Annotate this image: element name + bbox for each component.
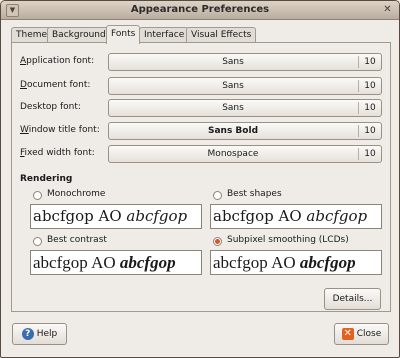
fixed-width-font-label-text: ixed width font: bbox=[24, 148, 95, 158]
monochrome-radio[interactable] bbox=[33, 191, 42, 200]
title-bar[interactable]: ▼ Appearance Preferences ✕ bbox=[1, 1, 399, 20]
best-shapes-label[interactable]: Best shapes bbox=[227, 189, 282, 199]
tab-visual-effects-label: Visual Effects bbox=[191, 30, 252, 40]
best-shapes-sample[interactable]: abcfgop AO abcfgop bbox=[210, 204, 382, 229]
fixed-width-font-size: 10 bbox=[364, 149, 376, 159]
sample-italic: abcfgop bbox=[126, 207, 188, 225]
window-title-font-button[interactable]: Sans Bold 10 bbox=[108, 122, 382, 140]
tab-fonts-label: Fonts bbox=[111, 29, 136, 39]
application-font-label-text: pplication font: bbox=[26, 56, 95, 66]
fixed-width-font-button[interactable]: Monospace 10 bbox=[108, 145, 382, 163]
application-font-name: Sans bbox=[222, 57, 244, 67]
details-label: Details... bbox=[332, 294, 373, 304]
sample-italic: abcfgop bbox=[119, 253, 176, 272]
document-font-label: Document font: bbox=[20, 80, 90, 90]
tab-visual-effects[interactable]: Visual Effects bbox=[186, 27, 257, 43]
tab-background-label: Background bbox=[52, 30, 106, 40]
tab-fonts[interactable]: Fonts bbox=[106, 25, 141, 44]
subpixel-smoothing-sample[interactable]: abcfgop AO abcfgop bbox=[210, 250, 382, 275]
monochrome-radio-line[interactable]: Monochrome bbox=[30, 189, 202, 202]
font-button-separator bbox=[358, 148, 359, 160]
window-title: Appearance Preferences bbox=[130, 4, 270, 15]
application-font-row: Application font: Sans 10 bbox=[20, 53, 382, 71]
font-button-separator bbox=[358, 102, 359, 114]
subpixel-smoothing-radio[interactable] bbox=[213, 237, 222, 246]
details-button[interactable]: Details... bbox=[324, 288, 381, 310]
application-font-button[interactable]: Sans 10 bbox=[108, 53, 382, 71]
window-title-font-accel: W bbox=[20, 125, 29, 135]
close-icon: ✕ bbox=[341, 328, 354, 340]
document-font-size: 10 bbox=[364, 81, 376, 91]
sample-italic: abcfgop bbox=[299, 253, 356, 272]
best-contrast-radio[interactable] bbox=[33, 237, 42, 246]
desktop-font-label: Desktop font: bbox=[20, 102, 81, 112]
tab-theme-label: Theme bbox=[16, 30, 48, 40]
font-button-separator bbox=[358, 56, 359, 68]
help-icon: ? bbox=[21, 328, 34, 340]
window-title-font-size: 10 bbox=[364, 126, 376, 136]
subpixel-smoothing-label[interactable]: Subpixel smoothing (LCDs) bbox=[227, 235, 349, 245]
sample-text: abcfgop AO bbox=[213, 253, 300, 272]
font-button-separator bbox=[358, 125, 359, 137]
window-close-icon[interactable]: ✕ bbox=[381, 4, 394, 17]
application-font-label: Application font: bbox=[20, 56, 94, 66]
best-contrast-radio-line[interactable]: Best contrast bbox=[30, 235, 202, 248]
tab-theme[interactable]: Theme bbox=[11, 27, 53, 43]
monochrome-label[interactable]: Monochrome bbox=[47, 189, 105, 199]
document-font-label-text: ocument font: bbox=[26, 80, 91, 90]
close-label: Close bbox=[356, 329, 382, 339]
font-button-separator bbox=[358, 80, 359, 92]
best-contrast-label[interactable]: Best contrast bbox=[47, 235, 107, 245]
fixed-width-font-label: Fixed width font: bbox=[20, 148, 95, 158]
best-shapes-radio-line[interactable]: Best shapes bbox=[210, 189, 382, 202]
help-button[interactable]: ? Help bbox=[12, 323, 67, 345]
appearance-preferences-window: ▼ Appearance Preferences ✕ Theme Backgro… bbox=[0, 0, 400, 358]
fonts-panel: Application font: Sans 10 Document font:… bbox=[11, 42, 391, 312]
help-label: Help bbox=[36, 329, 58, 339]
best-shapes-radio[interactable] bbox=[213, 191, 222, 200]
application-font-size: 10 bbox=[364, 57, 376, 67]
subpixel-smoothing-radio-line[interactable]: Subpixel smoothing (LCDs) bbox=[210, 235, 382, 248]
window-title-font-name: Sans Bold bbox=[207, 126, 259, 136]
tab-background[interactable]: Background bbox=[47, 27, 111, 43]
fixed-width-font-name: Monospace bbox=[207, 149, 259, 159]
tab-interface[interactable]: Interface bbox=[139, 27, 190, 43]
desktop-font-button[interactable]: Sans 10 bbox=[108, 99, 382, 117]
best-contrast-sample[interactable]: abcfgop AO abcfgop bbox=[30, 250, 202, 275]
desktop-font-label-text: ktop font: bbox=[37, 102, 81, 112]
sample-text: abcfgop AO bbox=[33, 253, 120, 272]
sample-text: abcfgop AO bbox=[213, 207, 307, 225]
document-font-row: Document font: Sans 10 bbox=[20, 77, 382, 95]
document-font-button[interactable]: Sans 10 bbox=[108, 77, 382, 95]
monochrome-sample[interactable]: abcfgop AO abcfgop bbox=[30, 204, 202, 229]
desktop-font-row: Desktop font: Sans 10 bbox=[20, 99, 382, 117]
desktop-font-size: 10 bbox=[364, 103, 376, 113]
desktop-font-name: Sans bbox=[222, 103, 244, 113]
desktop-font-accel: Des bbox=[20, 102, 38, 112]
window-title-font-row: Window title font: Sans Bold 10 bbox=[20, 122, 382, 140]
document-font-name: Sans bbox=[222, 81, 244, 91]
sample-italic: abcfgop bbox=[306, 207, 368, 225]
sample-text: abcfgop AO bbox=[33, 207, 127, 225]
window-title-font-label: Window title font: bbox=[20, 125, 100, 135]
window-title-font-label-text: indow title font: bbox=[28, 125, 100, 135]
rendering-heading: Rendering bbox=[20, 174, 73, 184]
tab-interface-label: Interface bbox=[144, 30, 185, 40]
close-button[interactable]: ✕ Close bbox=[334, 323, 389, 345]
document-font-accel: D bbox=[20, 80, 27, 90]
fixed-width-font-row: Fixed width font: Monospace 10 bbox=[20, 145, 382, 163]
